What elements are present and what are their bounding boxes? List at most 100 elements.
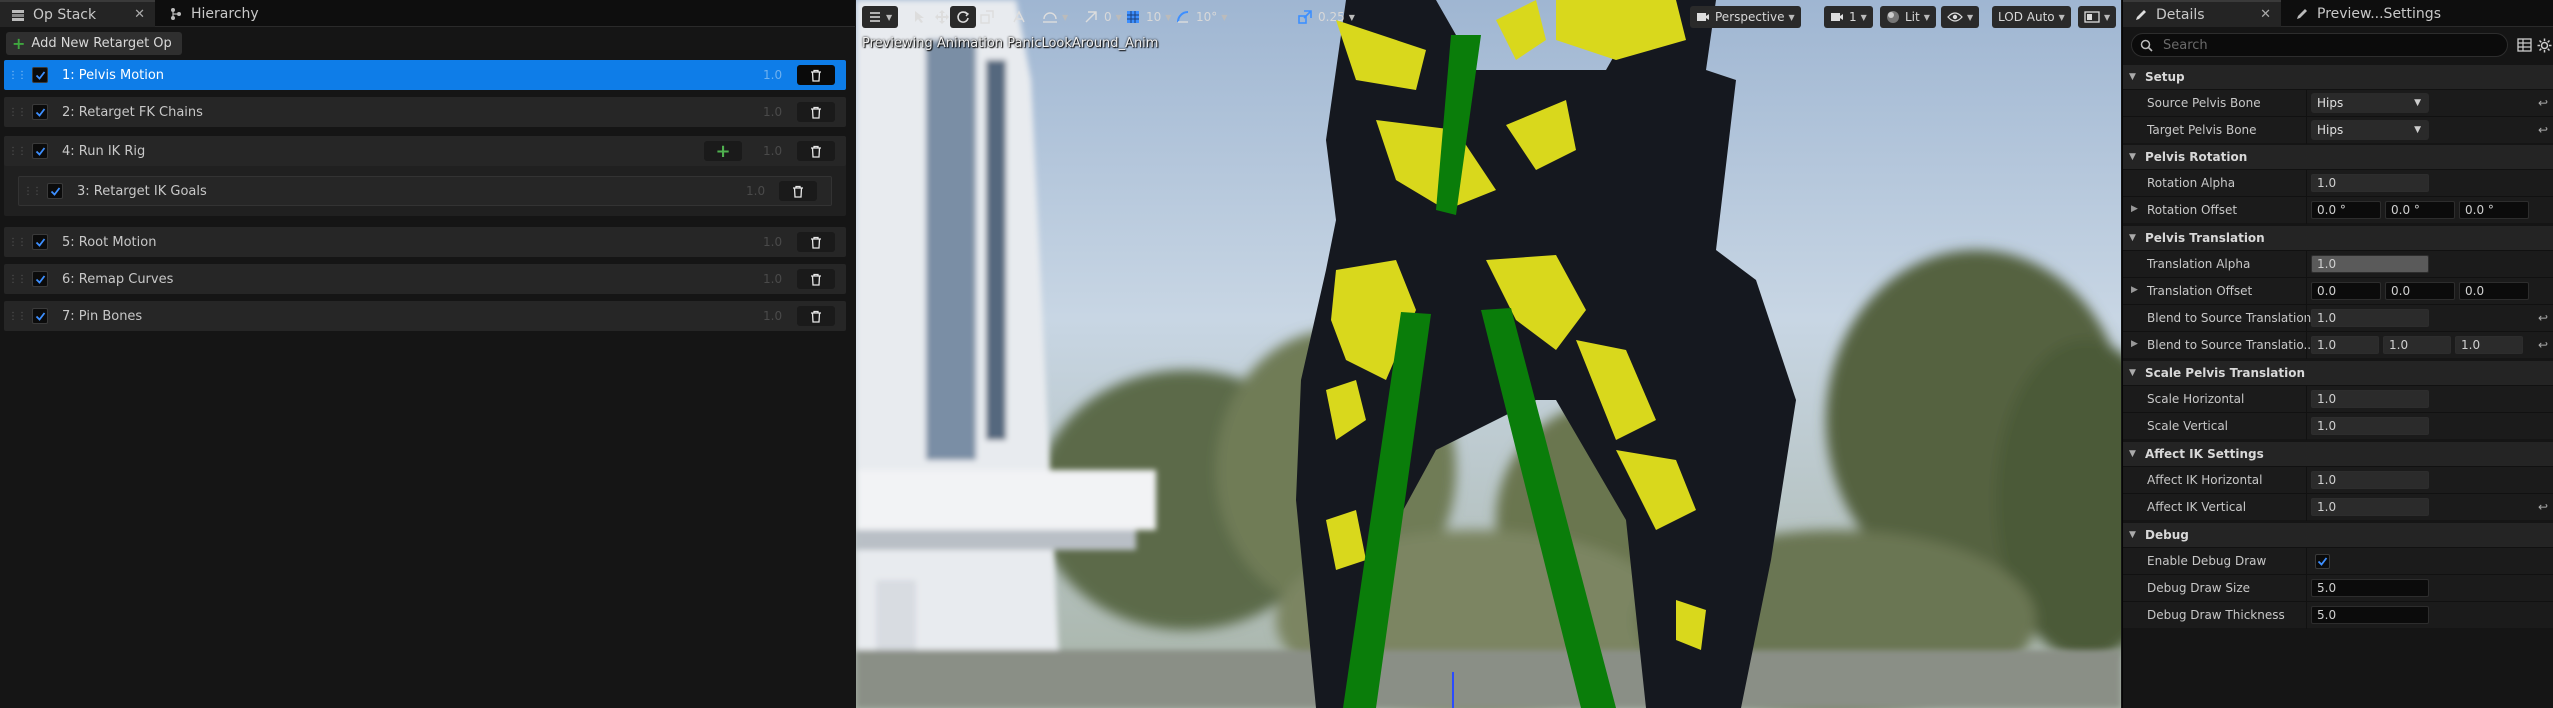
scale-tool-button[interactable]: [974, 6, 1000, 28]
surface-snap-button[interactable]: ▼: [1036, 6, 1074, 28]
blend-weight-x-slider[interactable]: 1.0: [2311, 336, 2379, 354]
section-affect-ik-settings[interactable]: ▼ Affect IK Settings: [2123, 442, 2553, 466]
op-enable-checkbox[interactable]: [32, 67, 48, 83]
drag-handle-icon[interactable]: ⋮⋮: [8, 146, 27, 157]
translation-offset-y-field[interactable]: 0.0: [2385, 282, 2455, 300]
table-view-icon[interactable]: [2515, 36, 2533, 54]
prop-label: Target Pelvis Bone: [2147, 123, 2257, 137]
translation-offset-z-field[interactable]: 0.0: [2459, 282, 2529, 300]
preview-animation-text: Previewing Animation PanicLookAround_Ani…: [862, 36, 1159, 51]
op-row-retarget-fk-chains[interactable]: ⋮⋮ 2: Retarget FK Chains 1.0: [4, 97, 846, 127]
delete-op-button[interactable]: [797, 141, 835, 161]
close-icon[interactable]: ✕: [134, 7, 145, 22]
translation-offset-x-field[interactable]: 0.0: [2311, 282, 2381, 300]
op-enable-checkbox[interactable]: [32, 308, 48, 324]
op-enable-checkbox[interactable]: [47, 183, 63, 199]
rotation-offset-y-field[interactable]: 0.0 °: [2385, 201, 2455, 219]
plus-icon: +: [12, 33, 26, 53]
delete-op-button[interactable]: [797, 306, 835, 326]
op-enable-checkbox[interactable]: [32, 271, 48, 287]
reset-to-default-icon[interactable]: ↩: [2538, 338, 2548, 352]
chevron-right-icon[interactable]: ▶: [2131, 285, 2138, 295]
chevron-right-icon[interactable]: ▶: [2131, 339, 2138, 349]
delete-op-button[interactable]: [797, 269, 835, 289]
drag-handle-icon[interactable]: ⋮⋮: [8, 274, 27, 285]
add-retarget-op-button[interactable]: + Add New Retarget Op: [6, 32, 182, 55]
camera-icon: [1697, 13, 1709, 21]
lighting-mode-button[interactable]: Lit ▼: [1880, 6, 1936, 28]
scale-vertical-slider[interactable]: 1.0: [2311, 417, 2429, 435]
viewport[interactable]: ▼ ▼ 0 ▼ 10 ▼ 10° ▼ 0.25 ▼ Perspective ▼ 1 ▼: [856, 0, 2121, 708]
scale-horizontal-slider[interactable]: 1.0: [2311, 390, 2429, 408]
tab-hierarchy[interactable]: Hierarchy: [158, 0, 269, 27]
debug-draw-thickness-field[interactable]: 5.0: [2311, 606, 2429, 624]
translation-alpha-slider[interactable]: 1.0: [2311, 255, 2429, 273]
tab-preview-settings-label: Preview...Settings: [2317, 5, 2441, 22]
op-row-remap-curves[interactable]: ⋮⋮ 6: Remap Curves 1.0: [4, 264, 846, 294]
viewport-layout-button[interactable]: ▼: [2078, 6, 2117, 28]
scale-snap-button[interactable]: 0.25 ▼: [1292, 6, 1361, 28]
drag-handle-icon[interactable]: ⋮⋮: [8, 107, 27, 118]
section-scale-pelvis-translation[interactable]: ▼ Scale Pelvis Translation: [2123, 361, 2553, 385]
tab-details[interactable]: Details ✕: [2123, 0, 2281, 27]
affect-ik-vertical-slider[interactable]: 1.0: [2311, 498, 2429, 516]
tab-op-stack[interactable]: Op Stack ✕: [0, 0, 155, 27]
reset-to-default-icon[interactable]: ↩: [2538, 311, 2548, 325]
blend-to-source-translation-slider[interactable]: 1.0: [2311, 309, 2429, 327]
blend-weight-z-slider[interactable]: 1.0: [2455, 336, 2523, 354]
op-row-pin-bones[interactable]: ⋮⋮ 7: Pin Bones 1.0: [4, 301, 846, 331]
rotation-offset-z-field[interactable]: 0.0 °: [2459, 201, 2529, 219]
drag-handle-icon[interactable]: ⋮⋮: [23, 186, 42, 197]
enable-debug-draw-checkbox[interactable]: [2315, 554, 2330, 569]
rotation-offset-x-field[interactable]: 0.0 °: [2311, 201, 2381, 219]
trash-icon: [811, 69, 821, 82]
close-icon[interactable]: ✕: [2260, 7, 2271, 22]
grid-snap-button[interactable]: 10 ▼: [1120, 6, 1177, 28]
drag-handle-icon[interactable]: ⋮⋮: [8, 311, 27, 322]
rotate-snap-button[interactable]: 10° ▼: [1170, 6, 1233, 28]
prop-label: Translation Offset: [2147, 284, 2253, 298]
details-search-input[interactable]: [2161, 36, 2481, 54]
op-enable-checkbox[interactable]: [32, 143, 48, 159]
tab-preview-settings[interactable]: Preview...Settings: [2284, 0, 2451, 27]
drag-handle-icon[interactable]: ⋮⋮: [8, 70, 27, 81]
op-row-retarget-ik-goals[interactable]: ⋮⋮ 3: Retarget IK Goals 1.0: [18, 176, 832, 206]
coordinate-space-button[interactable]: [1006, 6, 1032, 28]
section-title: Affect IK Settings: [2145, 447, 2264, 461]
rotate-tool-button[interactable]: [950, 6, 976, 28]
op-row-run-ik-rig[interactable]: ⋮⋮ 4: Run IK Rig + 1.0: [4, 136, 846, 166]
rotation-alpha-slider[interactable]: 1.0: [2311, 174, 2429, 192]
delete-op-button[interactable]: [797, 232, 835, 252]
viewport-options-button[interactable]: ▼: [862, 6, 899, 28]
op-enable-checkbox[interactable]: [32, 104, 48, 120]
source-pelvis-bone-combo[interactable]: Hips ▼: [2311, 93, 2429, 113]
reset-to-default-icon[interactable]: ↩: [2538, 500, 2548, 514]
delete-op-button[interactable]: [779, 181, 817, 201]
debug-draw-size-field[interactable]: 5.0: [2311, 579, 2429, 597]
affect-ik-horizontal-slider[interactable]: 1.0: [2311, 471, 2429, 489]
section-setup[interactable]: ▼ Setup: [2123, 65, 2553, 89]
gear-icon[interactable]: [2535, 36, 2553, 54]
add-child-op-button[interactable]: +: [704, 141, 742, 162]
details-search-box[interactable]: [2131, 33, 2508, 57]
op-row-pelvis-motion[interactable]: ⋮⋮ 1: Pelvis Motion 1.0: [4, 60, 846, 90]
reset-to-default-icon[interactable]: ↩: [2538, 96, 2548, 110]
lod-button[interactable]: LOD Auto ▼: [1992, 6, 2071, 28]
section-pelvis-rotation[interactable]: ▼ Pelvis Rotation: [2123, 145, 2553, 169]
reset-to-default-icon[interactable]: ↩: [2538, 123, 2548, 137]
blend-weight-y-slider[interactable]: 1.0: [2383, 336, 2451, 354]
section-title: Pelvis Rotation: [2145, 150, 2248, 164]
view-mode-button[interactable]: Perspective ▼: [1690, 6, 1801, 28]
target-pelvis-bone-combo[interactable]: Hips ▼: [2311, 120, 2429, 140]
chevron-down-icon: ▼: [1348, 12, 1355, 22]
op-row-root-motion[interactable]: ⋮⋮ 5: Root Motion 1.0: [4, 227, 846, 257]
op-enable-checkbox[interactable]: [32, 234, 48, 250]
delete-op-button[interactable]: [797, 65, 835, 85]
delete-op-button[interactable]: [797, 102, 835, 122]
camera-speed-button[interactable]: 1 ▼: [1824, 6, 1873, 28]
drag-handle-icon[interactable]: ⋮⋮: [8, 237, 27, 248]
section-debug[interactable]: ▼ Debug: [2123, 523, 2553, 547]
section-pelvis-translation[interactable]: ▼ Pelvis Translation: [2123, 226, 2553, 250]
show-flags-button[interactable]: ▼: [1941, 6, 1980, 28]
chevron-right-icon[interactable]: ▶: [2131, 204, 2138, 214]
